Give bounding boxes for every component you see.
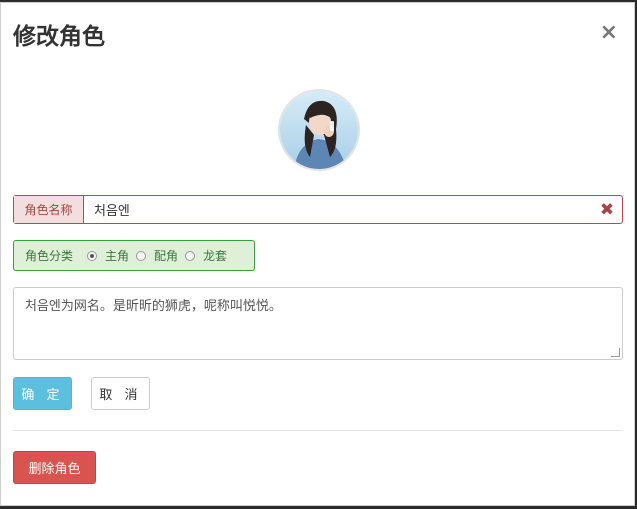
role-name-label: 角色名称 [14, 196, 84, 223]
radio-label-supporting: 配角 [154, 249, 179, 263]
role-name-input[interactable] [84, 196, 592, 223]
role-type-label: 角色分类 [25, 249, 74, 263]
resize-handle-icon[interactable] [611, 348, 620, 357]
radio-option-lead[interactable]: 主角 [87, 247, 129, 264]
description-text: 처음엔为网名。是昕昕的狮虎，呢称叫悦悦。 [25, 299, 282, 314]
description-textarea[interactable]: 처음엔为网名。是昕昕的狮虎，呢称叫悦悦。 [13, 287, 623, 360]
modal-title: 修改角色 [13, 24, 105, 50]
radio-button-lead[interactable] [87, 250, 98, 261]
avatar-photo [280, 91, 358, 169]
radio-option-extra[interactable]: 龙套 [185, 247, 227, 264]
avatar[interactable] [278, 89, 360, 171]
edit-role-modal: 修改角色 × 角色名称 ✖ 角色分类 主角 [0, 2, 635, 506]
radio-button-extra[interactable] [185, 250, 196, 261]
divider [13, 430, 623, 431]
clear-icon[interactable]: ✖ [592, 196, 622, 223]
delete-role-button[interactable]: 删除角色 [13, 451, 96, 484]
radio-button-supporting[interactable] [136, 250, 147, 261]
close-icon[interactable]: × [600, 22, 618, 44]
radio-label-lead: 主角 [105, 249, 130, 263]
radio-label-extra: 龙套 [203, 249, 228, 263]
radio-option-supporting[interactable]: 配角 [136, 247, 178, 264]
cancel-button[interactable]: 取 消 [91, 377, 150, 410]
confirm-button[interactable]: 确 定 [13, 377, 72, 410]
role-type-group: 角色分类 主角 配角 龙套 [13, 240, 255, 271]
role-name-field: 角色名称 ✖ [13, 195, 623, 224]
